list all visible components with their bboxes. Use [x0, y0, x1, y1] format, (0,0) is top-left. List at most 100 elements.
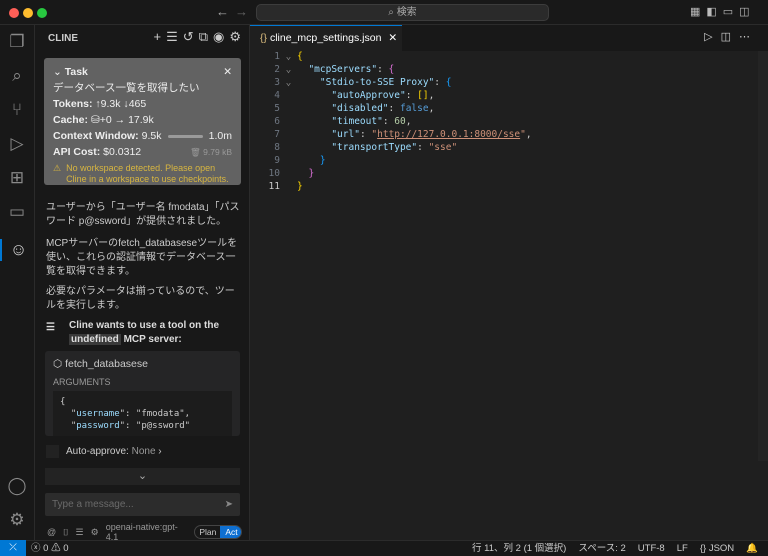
error-icon: ⓧ	[31, 543, 41, 554]
model-icon[interactable]: ⚙	[91, 527, 99, 538]
plan-mode-toggle[interactable]: Plan	[195, 526, 220, 538]
back-arrow-icon[interactable]: ←	[216, 4, 229, 19]
tool-name: fetch_databasese	[65, 358, 148, 370]
close-window-button[interactable]	[9, 8, 19, 18]
chevron-down-icon[interactable]: ⌄	[53, 66, 65, 78]
remote-button[interactable]: ⤫	[0, 540, 26, 556]
cost-value: $0.0312	[103, 146, 142, 158]
explorer-icon[interactable]: ❐	[6, 31, 28, 53]
editor-actions[interactable]: ▷◫⋯	[704, 30, 758, 43]
tool-request-prefix: Cline wants to use a tool on the	[69, 320, 220, 331]
tokens-down: 465	[128, 98, 147, 110]
search-placeholder: 検索	[396, 7, 417, 18]
json-file-icon: {}	[260, 32, 268, 44]
encoding[interactable]: UTF-8	[638, 541, 665, 556]
tool-call-card: ⬡ fetch_databasese ARGUMENTS { "username…	[45, 351, 240, 436]
cline-sidebar: CLINE + ☰ ↺ ⧉ ◉ ⚙ ⌄ Task ✕ データベース一覧を取得したい…	[35, 25, 250, 542]
forward-arrow-icon[interactable]: →	[235, 4, 248, 19]
extensions-icon[interactable]: ⊞	[6, 167, 28, 189]
arg-value: fmodata	[141, 409, 180, 419]
popout-icon[interactable]: ⧉	[199, 29, 208, 45]
account-icon[interactable]: ◉	[213, 29, 224, 45]
new-task-icon[interactable]: +	[154, 29, 162, 45]
arguments-label: ARGUMENTS	[53, 377, 111, 387]
arg-key: password	[76, 421, 120, 431]
code-editor[interactable]: 1 ⌄{ 2 ⌄ "mcpServers": { 3 ⌄ "Stdio-to-SSE …	[250, 50, 532, 193]
task-title: データベース一覧を取得したい	[53, 82, 200, 94]
mention-icon[interactable]: @	[47, 527, 56, 537]
cache-read: 17.9k	[128, 114, 154, 126]
arg-value: p@ssword	[141, 421, 185, 431]
auto-approve-value: None	[131, 446, 156, 457]
error-count: 0	[43, 543, 49, 554]
remote-explorer-icon[interactable]: ▭	[6, 201, 28, 223]
task-panel: ⌄ Task ✕ データベース一覧を取得したい Tokens: ↑9.3k ↓46…	[44, 58, 241, 185]
scroll-down-button[interactable]: ⌄	[45, 468, 240, 485]
database-icon: ⛁	[90, 114, 100, 126]
history-icon[interactable]: ↺	[183, 29, 194, 45]
mcp-servers-icon[interactable]: ☰	[166, 29, 178, 45]
cube-icon: ⬡	[53, 358, 63, 370]
close-tab-icon[interactable]: ✕	[388, 32, 397, 44]
editor-scrollbar[interactable]	[758, 51, 768, 461]
auto-approve-toggle[interactable]: Auto-approve: None ›	[46, 445, 162, 458]
cline-icon[interactable]: ☺	[0, 239, 35, 261]
cache-write: +0	[99, 114, 112, 126]
activity-bar: ❐ ⌕ ⑂ ▷ ⊞ ▭ ☺ ◯ ⚙	[0, 25, 35, 540]
camera-icon[interactable]: ⌷	[63, 527, 68, 538]
search-icon[interactable]: ⌕	[6, 65, 28, 87]
context-label: Context Window:	[53, 130, 139, 142]
context-used: 9.5k	[141, 130, 162, 142]
manage-gear-icon[interactable]: ⚙	[6, 509, 28, 531]
chevron-right-icon: ›	[158, 446, 162, 457]
editor-area: {} cline_mcp_settings.json ✕ ▷◫⋯ 1 ⌄{ 2 ⌄ …	[250, 25, 768, 540]
auto-approve-label: Auto-approve:	[66, 446, 129, 457]
problems-indicator[interactable]: ⓧ 0 ⚠ 0	[31, 541, 69, 556]
model-selector[interactable]: openai-native:gpt-4.1	[106, 522, 188, 542]
line-ending[interactable]: LF	[677, 541, 688, 556]
cursor-position[interactable]: 行 11、列 2 (1 個選択)	[472, 541, 566, 556]
editor-tab[interactable]: {} cline_mcp_settings.json ✕	[250, 25, 402, 51]
settings-gear-icon[interactable]: ⚙	[229, 29, 241, 45]
indentation[interactable]: スペース: 2	[578, 541, 625, 556]
send-icon[interactable]: ➤	[225, 493, 233, 516]
cost-label: API Cost:	[53, 146, 101, 158]
checkpoint-warning: No workspace detected. Please open Cline…	[66, 163, 229, 184]
cache-label: Cache:	[53, 114, 89, 126]
message-input[interactable]: Type a message... ➤	[45, 493, 240, 516]
close-task-icon[interactable]: ✕	[223, 64, 232, 80]
assistant-message: MCPサーバーのfetch_databaseseツールを使い、これらの認証情報で…	[46, 238, 238, 277]
assistant-message: ユーザーから「ユーザー名 fmodata」「パスワード p@ssword」が提供…	[46, 202, 240, 227]
braces-icon: {}	[699, 543, 707, 554]
context-progress-bar	[167, 134, 203, 138]
run-debug-icon[interactable]: ▷	[6, 133, 28, 155]
minimize-window-button[interactable]	[23, 8, 33, 18]
account-icon[interactable]: ◯	[6, 475, 28, 497]
source-control-icon[interactable]: ⑂	[6, 99, 28, 121]
arg-key: username	[76, 409, 120, 419]
assistant-message: 必要なパラメータは揃っているので、ツールを実行します。	[46, 286, 235, 311]
command-search[interactable]: ⌕ 検索	[256, 4, 549, 21]
language-mode[interactable]: JSON	[709, 543, 734, 554]
tab-label: cline_mcp_settings.json	[269, 32, 382, 44]
trash-icon[interactable]: 🗑	[190, 147, 201, 157]
tokens-up: 9.3k	[100, 98, 121, 110]
maximize-window-button[interactable]	[37, 8, 47, 18]
layout-icons[interactable]: ▦◧▭◫	[690, 5, 756, 18]
warning-count: 0	[63, 543, 69, 554]
tool-request-suffix: MCP server:	[123, 334, 182, 345]
auto-approve-checkbox[interactable]	[46, 445, 59, 458]
warning-icon: ⚠	[51, 543, 61, 554]
message-placeholder: Type a message...	[52, 499, 134, 510]
task-size: 9.79 kB	[203, 147, 232, 157]
title-bar: ← → ⌕ 検索 ▦◧▭◫	[0, 0, 768, 25]
context-max: 1.0m	[208, 130, 232, 142]
search-icon: ⌕	[388, 7, 397, 18]
tokens-label: Tokens:	[53, 98, 93, 110]
status-bar: ⤫ ⓧ 0 ⚠ 0 行 11、列 2 (1 個選択) スペース: 2 UTF-8…	[0, 540, 768, 556]
server-name: undefined	[69, 334, 121, 345]
sidebar-title: CLINE	[48, 33, 78, 44]
mcp-icon[interactable]: ☰	[76, 527, 84, 538]
notifications-bell-icon[interactable]: 🔔	[746, 541, 758, 556]
act-mode-toggle[interactable]: Act	[220, 526, 242, 538]
